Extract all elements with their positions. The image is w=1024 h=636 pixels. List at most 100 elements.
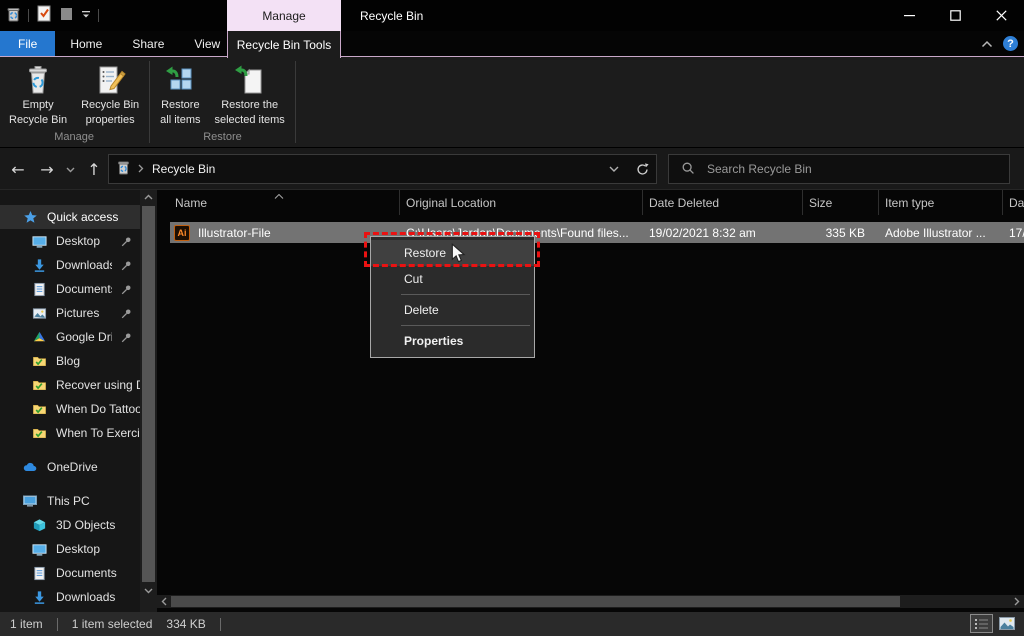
downloads-icon	[31, 257, 47, 273]
search-input[interactable]: Search Recycle Bin	[668, 154, 1010, 184]
sidebar-item-3d-objects[interactable]: 3D Objects	[0, 513, 140, 537]
sidebar-item-this-pc[interactable]: This PC	[0, 489, 140, 513]
tab-file[interactable]: File	[0, 31, 55, 56]
sidebar-item-onedrive[interactable]: OneDrive	[0, 455, 140, 479]
ribbon-chrome: ?	[981, 36, 1018, 51]
ribbon-group-label: Restore	[153, 131, 292, 147]
navigation-bar: ← → ↑ Recycle Bin Search Recycle Bin	[0, 148, 1024, 190]
folder-check-icon	[31, 377, 47, 393]
scroll-up-icon[interactable]	[140, 190, 157, 204]
window-title: Recycle Bin	[360, 0, 423, 31]
column-header-date-2[interactable]: Dat	[1003, 190, 1024, 215]
context-menu-item-properties[interactable]: Properties	[371, 328, 534, 354]
sidebar-item-blog[interactable]: Blog	[0, 349, 140, 373]
empty-recycle-bin-icon	[21, 63, 55, 97]
sidebar-item-downloads[interactable]: Downloads	[0, 253, 140, 277]
scrollbar-thumb[interactable]	[142, 206, 155, 582]
file-list-pane: Name Original Location Date Deleted Size…	[157, 190, 1024, 612]
sidebar-item-label: 3D Objects	[56, 518, 115, 532]
recent-locations-chevron-icon[interactable]	[66, 162, 75, 176]
status-separator	[57, 618, 58, 631]
sidebar-item-desktop-pc[interactable]: Desktop	[0, 537, 140, 561]
desktop-icon	[31, 541, 47, 557]
sidebar-item-label: This PC	[47, 494, 90, 508]
customize-toolbar-chevron-icon[interactable]	[81, 8, 91, 22]
file-row-selected[interactable]: Ai Illustrator-File C:\Users\Jordan\Docu…	[170, 222, 1024, 243]
restore-selected-items-icon	[233, 63, 267, 97]
properties-check-icon[interactable]	[36, 5, 52, 25]
sidebar-item-documents-pc[interactable]: Documents	[0, 561, 140, 585]
context-menu-item-delete[interactable]: Delete	[371, 297, 534, 323]
sidebar-item-when-do-tattoo[interactable]: When Do Tattoo	[0, 397, 140, 421]
context-menu-item-cut[interactable]: Cut	[371, 266, 534, 292]
search-icon	[681, 161, 695, 178]
minimize-button[interactable]	[886, 0, 932, 31]
recycle-bin-icon[interactable]	[6, 6, 21, 25]
up-button[interactable]: ↑	[84, 160, 104, 179]
forward-button[interactable]: →	[37, 160, 57, 179]
sidebar-item-when-to-exercis[interactable]: When To Exercis	[0, 421, 140, 445]
sidebar-item-google-drive[interactable]: Google Drive	[0, 325, 140, 349]
close-button[interactable]	[978, 0, 1024, 31]
column-header-original-location[interactable]: Original Location	[400, 190, 643, 215]
folder-check-icon	[31, 353, 47, 369]
sidebar-item-label: Desktop	[56, 542, 100, 556]
recycle-bin-properties-icon	[93, 63, 127, 97]
button-label: Recycle Bin	[81, 99, 139, 112]
collapse-ribbon-chevron-icon[interactable]	[981, 37, 993, 51]
details-view-button[interactable]	[970, 614, 993, 633]
folder-check-icon	[31, 401, 47, 417]
maximize-button[interactable]	[932, 0, 978, 31]
menu-separator	[401, 294, 530, 295]
sidebar-item-recover-using-d[interactable]: Recover using D	[0, 373, 140, 397]
selection-count: 1 item selected	[72, 617, 153, 631]
tab-home[interactable]: Home	[55, 31, 117, 56]
scroll-left-icon[interactable]	[157, 595, 171, 608]
folder-icon[interactable]	[59, 6, 74, 24]
restore-selected-items-button[interactable]: Restore the selected items	[209, 60, 291, 130]
column-header-size[interactable]: Size	[803, 190, 879, 215]
search-placeholder: Search Recycle Bin	[707, 162, 812, 176]
pin-icon	[121, 260, 132, 271]
ribbon: Empty Recycle Bin Recycle Bin properties…	[0, 57, 1024, 148]
address-bar[interactable]: Recycle Bin	[108, 154, 657, 184]
sidebar-scrollbar[interactable]	[140, 190, 157, 612]
back-button[interactable]: ←	[8, 160, 28, 179]
column-header-item-type[interactable]: Item type	[879, 190, 1003, 215]
tab-recycle-bin-tools[interactable]: Recycle Bin Tools	[227, 31, 341, 58]
restore-all-items-icon	[163, 63, 197, 97]
sidebar-item-quick-access[interactable]: Quick access	[0, 205, 140, 229]
documents-icon	[31, 565, 47, 581]
sidebar-item-documents[interactable]: Documents	[0, 277, 140, 301]
scroll-right-icon[interactable]	[1010, 595, 1024, 608]
thumbnail-view-button[interactable]	[995, 614, 1018, 633]
column-header-date-deleted[interactable]: Date Deleted	[643, 190, 803, 215]
file-item-type: Adobe Illustrator ...	[879, 226, 1003, 240]
sidebar-item-downloads-pc[interactable]: Downloads	[0, 585, 140, 609]
scroll-down-icon[interactable]	[140, 584, 157, 598]
sidebar-item-pictures[interactable]: Pictures	[0, 301, 140, 325]
breadcrumb-chevron-icon	[138, 162, 144, 176]
menu-separator	[401, 325, 530, 326]
restore-all-items-button[interactable]: Restore all items	[154, 60, 206, 130]
status-separator	[220, 618, 221, 631]
column-headers: Name Original Location Date Deleted Size…	[157, 190, 1024, 215]
sidebar-item-label: Recover using D	[56, 378, 140, 392]
help-icon[interactable]: ?	[1003, 36, 1018, 51]
contextual-tab-header[interactable]: Manage	[227, 0, 341, 31]
recycle-bin-properties-button[interactable]: Recycle Bin properties	[75, 60, 145, 130]
button-label: Recycle Bin	[9, 114, 67, 127]
empty-recycle-bin-button[interactable]: Empty Recycle Bin	[3, 60, 73, 130]
status-bar: 1 item 1 item selected 334 KB	[0, 612, 1024, 636]
navigation-pane: Quick access Desktop Downloads Documents	[0, 190, 157, 612]
button-label: selected items	[215, 114, 285, 127]
horizontal-scrollbar[interactable]	[157, 595, 1024, 608]
refresh-icon[interactable]	[628, 155, 656, 183]
sidebar-item-label: Blog	[56, 354, 80, 368]
ribbon-group-label: Manage	[2, 131, 146, 147]
breadcrumb-location[interactable]: Recycle Bin	[152, 162, 215, 176]
address-dropdown-chevron-icon[interactable]	[600, 155, 628, 183]
tab-share[interactable]: Share	[117, 31, 179, 56]
sidebar-item-desktop[interactable]: Desktop	[0, 229, 140, 253]
scrollbar-thumb[interactable]	[171, 596, 900, 607]
